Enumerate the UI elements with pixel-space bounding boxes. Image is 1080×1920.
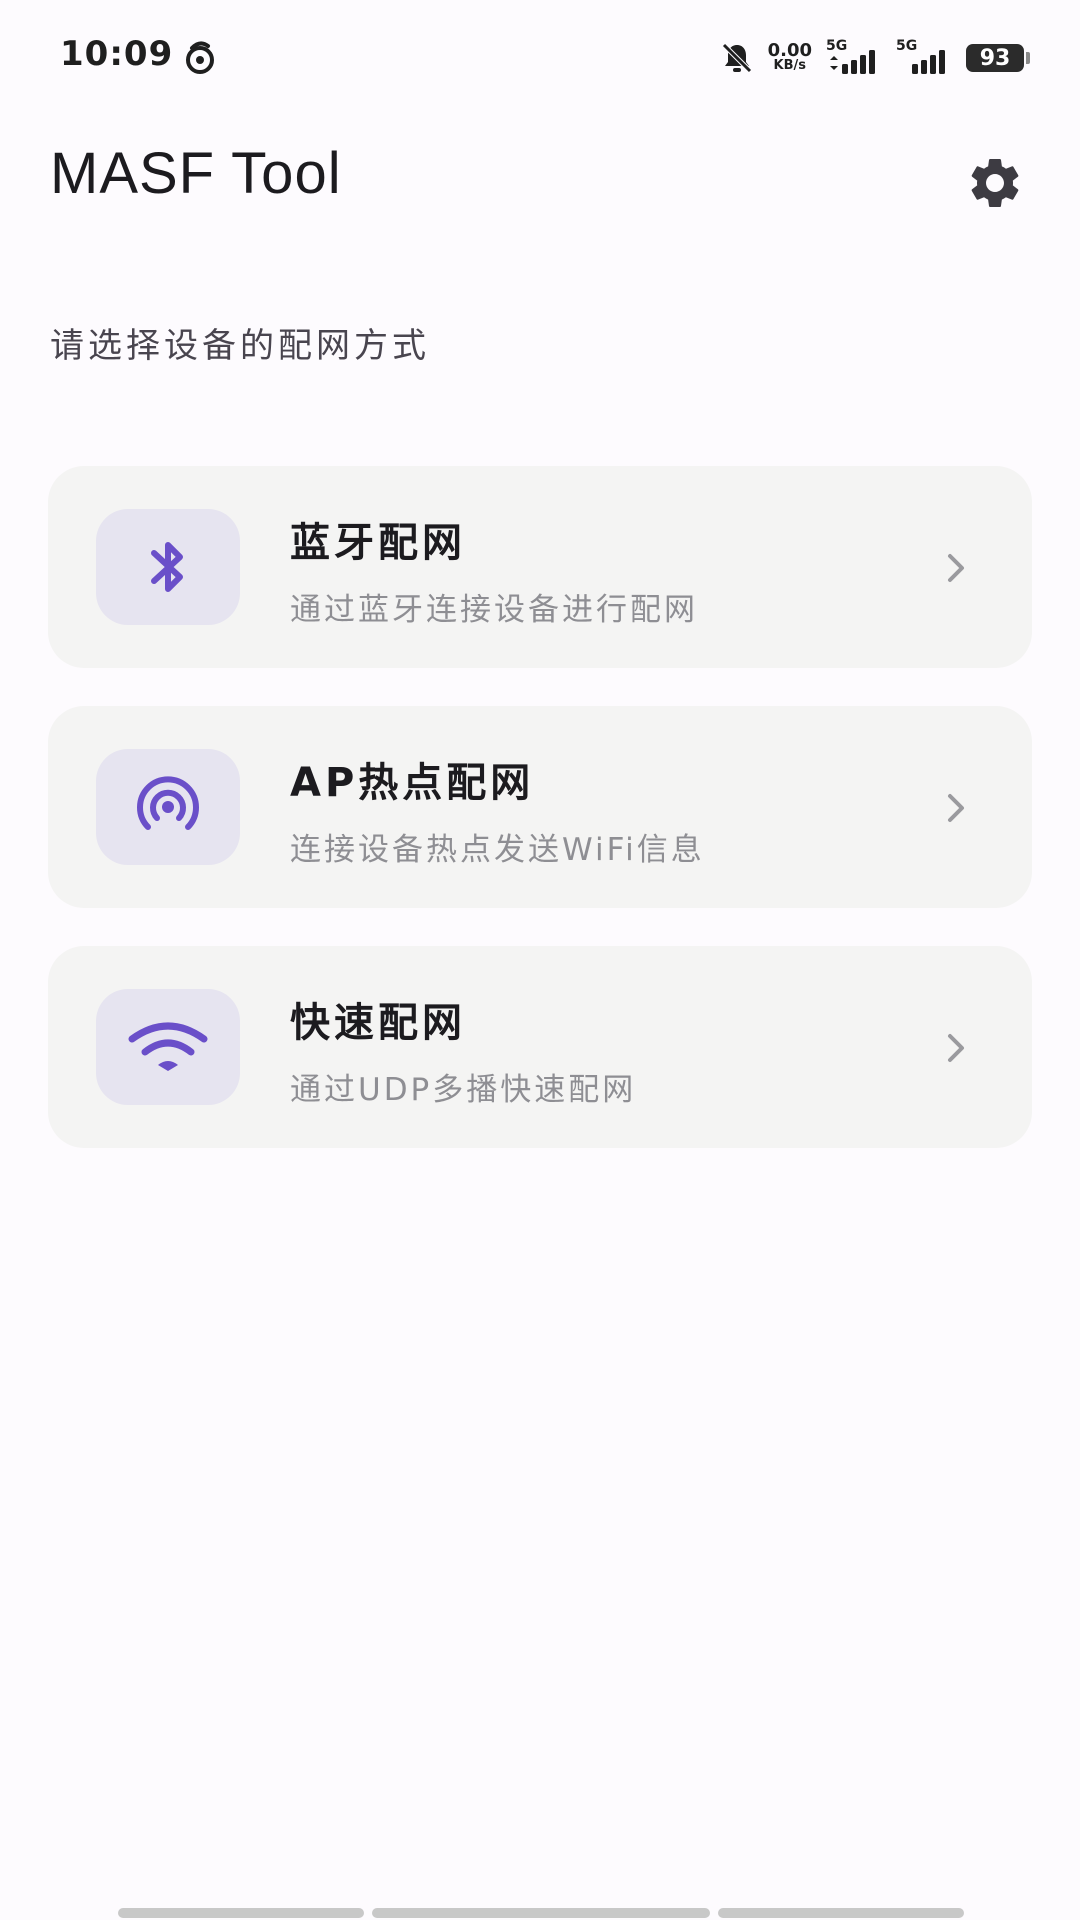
wifi-icon bbox=[128, 1022, 208, 1071]
option-description: 通过蓝牙连接设备进行配网 bbox=[290, 592, 698, 628]
app-title: MASF Tool bbox=[50, 141, 342, 206]
signal-strength-1: 5G bbox=[826, 38, 882, 76]
option-card-bluetooth[interactable]: 蓝牙配网 通过蓝牙连接设备进行配网 bbox=[48, 466, 1032, 668]
option-icon-box bbox=[96, 749, 240, 865]
battery-indicator: 93 bbox=[966, 44, 1030, 72]
network-speed: 0.00 KB/s bbox=[767, 40, 812, 74]
network-speed-unit: KB/s bbox=[773, 58, 807, 73]
option-description: 连接设备热点发送WiFi信息 bbox=[290, 832, 705, 868]
gear-icon bbox=[971, 159, 1019, 207]
page-subtitle: 请选择设备的配网方式 bbox=[50, 326, 430, 366]
option-description: 通过UDP多播快速配网 bbox=[290, 1072, 637, 1108]
settings-button[interactable] bbox=[958, 146, 1032, 220]
option-icon-box bbox=[96, 989, 240, 1105]
battery-level: 93 bbox=[979, 45, 1011, 71]
option-card-ap-hotspot[interactable]: AP热点配网 连接设备热点发送WiFi信息 bbox=[48, 706, 1032, 908]
chevron-right-icon bbox=[948, 554, 964, 582]
status-bar: 10:09 0.00 KB/s 5G 5G 93 bbox=[0, 0, 1080, 110]
app-notification-icon bbox=[186, 41, 214, 74]
bell-muted-icon bbox=[721, 43, 752, 73]
nav-handle-center bbox=[372, 1908, 710, 1918]
option-title: 快速配网 bbox=[290, 1000, 466, 1046]
option-title: 蓝牙配网 bbox=[290, 520, 466, 566]
gesture-navigation-bar[interactable] bbox=[118, 1908, 964, 1918]
status-icons: 0.00 KB/s 5G 5G 93 bbox=[720, 38, 1030, 78]
network-speed-value: 0.00 bbox=[767, 40, 812, 61]
signal-bars-icon bbox=[912, 50, 945, 74]
nav-handle-right bbox=[718, 1908, 964, 1918]
chevron-right-icon bbox=[948, 1034, 964, 1062]
chevron-right-icon bbox=[948, 794, 964, 822]
option-icon-box bbox=[96, 509, 240, 625]
signal-bars-icon bbox=[830, 50, 875, 74]
option-card-quick[interactable]: 快速配网 通过UDP多播快速配网 bbox=[48, 946, 1032, 1148]
status-time: 10:09 bbox=[60, 34, 174, 74]
signal-strength-2: 5G bbox=[896, 38, 952, 76]
nav-handle-left bbox=[118, 1908, 364, 1918]
option-title: AP热点配网 bbox=[290, 760, 535, 806]
bluetooth-icon bbox=[151, 542, 183, 592]
hotspot-icon bbox=[137, 776, 199, 830]
